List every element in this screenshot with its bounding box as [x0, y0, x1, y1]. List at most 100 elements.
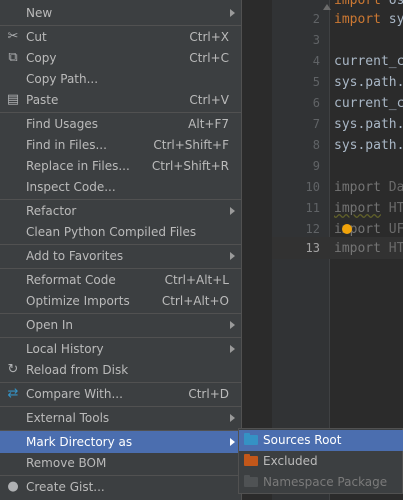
submenu-item-namespace-package: Namespace Package: [239, 472, 403, 493]
line-number: 3: [312, 33, 320, 47]
menu-item-remove-bom[interactable]: Remove BOM: [0, 452, 241, 474]
code-keyword: import: [334, 12, 381, 27]
menu-item-cut[interactable]: ✂ Cut Ctrl+X: [0, 26, 241, 48]
menu-item-label: Add to Favorites: [26, 249, 124, 263]
menu-item-shortcut: Ctrl+D: [188, 387, 229, 401]
line-number: 10: [305, 180, 320, 194]
menu-item-external-tools[interactable]: External Tools: [0, 407, 241, 429]
line-number: 5: [312, 75, 320, 89]
menu-item-shortcut: Ctrl+C: [189, 51, 229, 65]
github-icon: ●: [7, 479, 19, 494]
code-line[interactable]: sys.path.: [334, 135, 403, 156]
line-number: 8: [312, 138, 320, 152]
line-number: 13: [305, 241, 320, 255]
submenu-arrow-icon: [230, 345, 235, 353]
menu-item-compare-with[interactable]: ⇄ Compare With... Ctrl+D: [0, 383, 241, 405]
mark-directory-submenu: Sources Root Excluded Namespace Package: [238, 428, 403, 494]
menu-item-clean-python-compiled-files[interactable]: Clean Python Compiled Files: [0, 221, 241, 243]
line-number: 2: [312, 12, 320, 26]
menu-item-add-to-favorites[interactable]: Add to Favorites: [0, 245, 241, 267]
menu-item-label: Reformat Code: [26, 273, 116, 287]
menu-item-copy-path[interactable]: Copy Path...: [0, 68, 241, 90]
code-text: sy: [380, 12, 403, 27]
menu-item-label: External Tools: [26, 411, 110, 425]
submenu-arrow-icon: [230, 207, 235, 215]
code-text: HT: [380, 241, 403, 256]
submenu-arrow-icon: [230, 9, 235, 17]
code-keyword: import: [334, 241, 381, 256]
code-line[interactable]: current_c: [334, 93, 403, 114]
menu-item-mark-directory-as[interactable]: Mark Directory as: [0, 431, 241, 453]
line-number: 4: [312, 54, 320, 68]
menu-item-label: Local History: [26, 342, 104, 356]
menu-item-optimize-imports[interactable]: Optimize Imports Ctrl+Alt+O: [0, 290, 241, 312]
code-text: current_c: [334, 54, 403, 69]
code-line[interactable]: import HT: [334, 198, 403, 219]
menu-item-inspect-code[interactable]: Inspect Code...: [0, 176, 241, 198]
code-line[interactable]: sys.path.: [334, 114, 403, 135]
submenu-item-label: Excluded: [263, 454, 318, 468]
sources-folder-icon: [244, 433, 258, 445]
menu-item-create-gist[interactable]: ● Create Gist...: [0, 476, 241, 498]
menu-item-label: Mark Directory as: [26, 435, 133, 449]
context-menu: New ✂ Cut Ctrl+X ⧉ Copy Ctrl+C Copy Path…: [0, 0, 242, 500]
reload-icon: ↻: [7, 362, 19, 377]
line-number: 7: [312, 117, 320, 131]
menu-item-label: Open In: [26, 318, 74, 332]
submenu-arrow-icon: [230, 438, 235, 446]
code-line[interactable]: import Da: [334, 177, 403, 198]
code-line[interactable]: sys.path.: [334, 72, 403, 93]
menu-item-shortcut: Alt+F7: [188, 117, 229, 131]
line-number: 11: [305, 201, 320, 215]
code-keyword: import: [334, 180, 381, 195]
menu-item-reformat-code[interactable]: Reformat Code Ctrl+Alt+L: [0, 269, 241, 291]
submenu-arrow-icon: [230, 321, 235, 329]
menu-item-find-usages[interactable]: Find Usages Alt+F7: [0, 113, 241, 135]
menu-item-find-in-files[interactable]: Find in Files... Ctrl+Shift+F: [0, 134, 241, 156]
code-text: sys.path.: [334, 138, 403, 153]
code-keyword: import: [334, 201, 381, 216]
scissors-icon: ✂: [7, 29, 19, 44]
submenu-item-label: Sources Root: [263, 433, 342, 447]
menu-item-label: Replace in Files...: [26, 159, 130, 173]
code-text: HT: [380, 201, 403, 216]
code-text: Da: [380, 180, 403, 195]
namespace-folder-icon: [244, 475, 258, 487]
line-number: 9: [312, 159, 320, 173]
code-text: current_c: [334, 96, 403, 111]
menu-item-open-in[interactable]: Open In: [0, 314, 241, 336]
menu-item-shortcut: Ctrl+V: [189, 93, 229, 107]
submenu-item-excluded[interactable]: Excluded: [239, 451, 403, 472]
code-keyword: import: [334, 0, 381, 8]
menu-item-label: Remove BOM: [26, 456, 107, 470]
menu-item-label: Copy: [26, 51, 57, 65]
menu-item-paste[interactable]: ▤ Paste Ctrl+V: [0, 89, 241, 111]
code-text: os: [380, 0, 403, 8]
code-line[interactable]: current_c: [334, 51, 403, 72]
line-number: 12: [305, 222, 320, 236]
menu-item-label: Find Usages: [26, 117, 99, 131]
lightbulb-icon[interactable]: [342, 224, 352, 234]
menu-item-label: Refactor: [26, 204, 77, 218]
copy-icon: ⧉: [8, 50, 18, 65]
menu-item-label: Paste: [26, 93, 59, 107]
menu-item-copy[interactable]: ⧉ Copy Ctrl+C: [0, 47, 241, 69]
menu-item-replace-in-files[interactable]: Replace in Files... Ctrl+Shift+R: [0, 155, 241, 177]
menu-item-refactor[interactable]: Refactor: [0, 200, 241, 222]
code-line[interactable]: import sy: [334, 9, 403, 30]
menu-item-local-history[interactable]: Local History: [0, 338, 241, 360]
submenu-arrow-icon: [230, 252, 235, 260]
submenu-item-sources-root[interactable]: Sources Root: [239, 430, 403, 451]
clipboard-icon: ▤: [6, 92, 20, 107]
menu-item-new[interactable]: New: [0, 2, 241, 24]
menu-item-label: Create Gist...: [26, 480, 105, 494]
fold-icon[interactable]: [323, 4, 331, 10]
submenu-arrow-icon: [230, 414, 235, 422]
compare-arrows-icon: ⇄: [7, 386, 19, 401]
menu-item-label: Clean Python Compiled Files: [26, 225, 197, 239]
code-line[interactable]: import HT: [334, 238, 403, 259]
menu-item-shortcut: Ctrl+Shift+F: [153, 138, 229, 152]
line-number: 6: [312, 96, 320, 110]
menu-item-label: Copy Path...: [26, 72, 99, 86]
menu-item-reload-from-disk[interactable]: ↻ Reload from Disk: [0, 359, 241, 381]
